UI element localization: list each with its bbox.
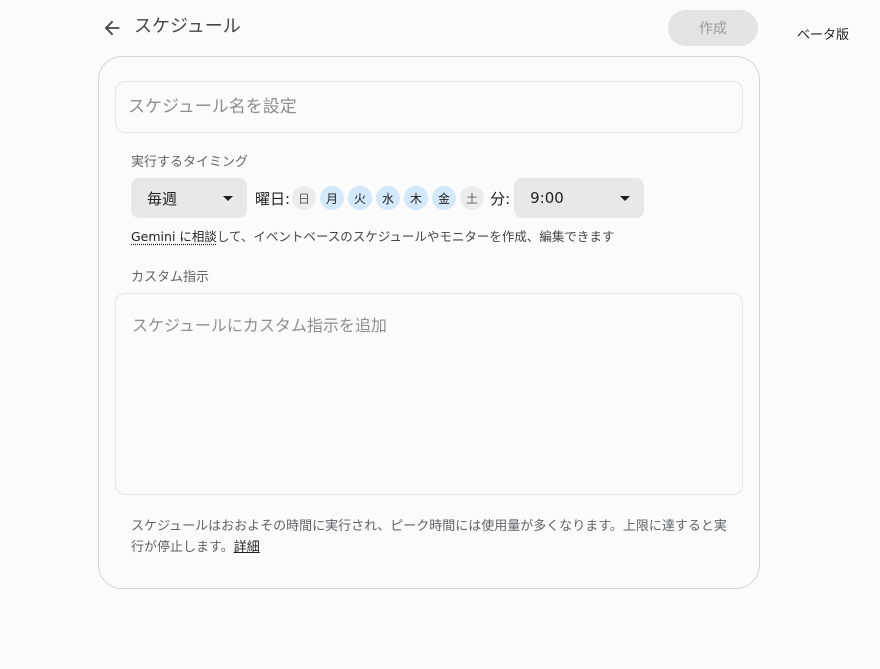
custom-instructions-label: カスタム指示 — [131, 270, 210, 285]
custom-instructions-input[interactable] — [132, 312, 726, 476]
custom-instructions-field[interactable] — [115, 293, 743, 495]
minute-label: 分: — [490, 189, 511, 208]
beta-badge: ベータ版 — [797, 28, 850, 43]
schedule-name-field[interactable] — [115, 81, 743, 133]
back-button[interactable] — [98, 14, 126, 42]
help-text-body: して、イベントベースのスケジュールやモニターを作成、編集できます — [216, 229, 615, 244]
caret-down-icon — [620, 195, 631, 201]
caret-down-icon — [223, 195, 233, 201]
gemini-help-text: Gemini に相談して、イベントベースのスケジュールやモニターを作成、編集でき… — [131, 229, 614, 245]
weekday-chip[interactable]: 金 — [432, 186, 457, 210]
timing-label: 実行するタイミング — [131, 155, 249, 170]
weekday-chip[interactable]: 月 — [320, 186, 345, 210]
weekday-label: 曜日: — [255, 189, 291, 208]
weekday-chips: 日月火水木金土 — [292, 186, 488, 210]
time-value: 9:00 — [530, 189, 564, 207]
usage-note: スケジュールはおおよその時間に実行され、ピーク時間には使用量が多くなります。上限… — [131, 516, 731, 558]
time-select[interactable]: 9:00 — [514, 178, 645, 218]
frequency-value: 毎週 — [147, 189, 178, 208]
arrow-left-icon — [104, 20, 120, 36]
create-button[interactable]: 作成 — [668, 10, 758, 46]
frequency-select[interactable]: 毎週 — [131, 178, 247, 218]
weekday-chip[interactable]: 火 — [348, 186, 373, 210]
ask-gemini-link[interactable]: Gemini に相談 — [131, 229, 217, 244]
weekday-chip[interactable]: 水 — [376, 186, 401, 210]
details-link[interactable]: 詳細 — [234, 540, 260, 555]
weekday-chip[interactable]: 土 — [460, 186, 485, 210]
usage-note-text: スケジュールはおおよその時間に実行され、ピーク時間には使用量が多くなります。上限… — [131, 519, 727, 555]
schedule-form-card: 実行するタイミング 毎週 曜日: 日月火水木金土 分: 9:00 Gemini … — [98, 56, 760, 589]
timing-row: 毎週 曜日: 日月火水木金土 分: 9:00 — [131, 178, 645, 218]
weekday-chip[interactable]: 日 — [292, 186, 317, 210]
weekday-chip[interactable]: 木 — [404, 186, 429, 210]
schedule-page: スケジュール 作成 ベータ版 実行するタイミング 毎週 曜日: 日月火水木金土 … — [0, 0, 880, 669]
page-title: スケジュール — [134, 16, 241, 37]
schedule-name-input[interactable] — [128, 97, 730, 117]
